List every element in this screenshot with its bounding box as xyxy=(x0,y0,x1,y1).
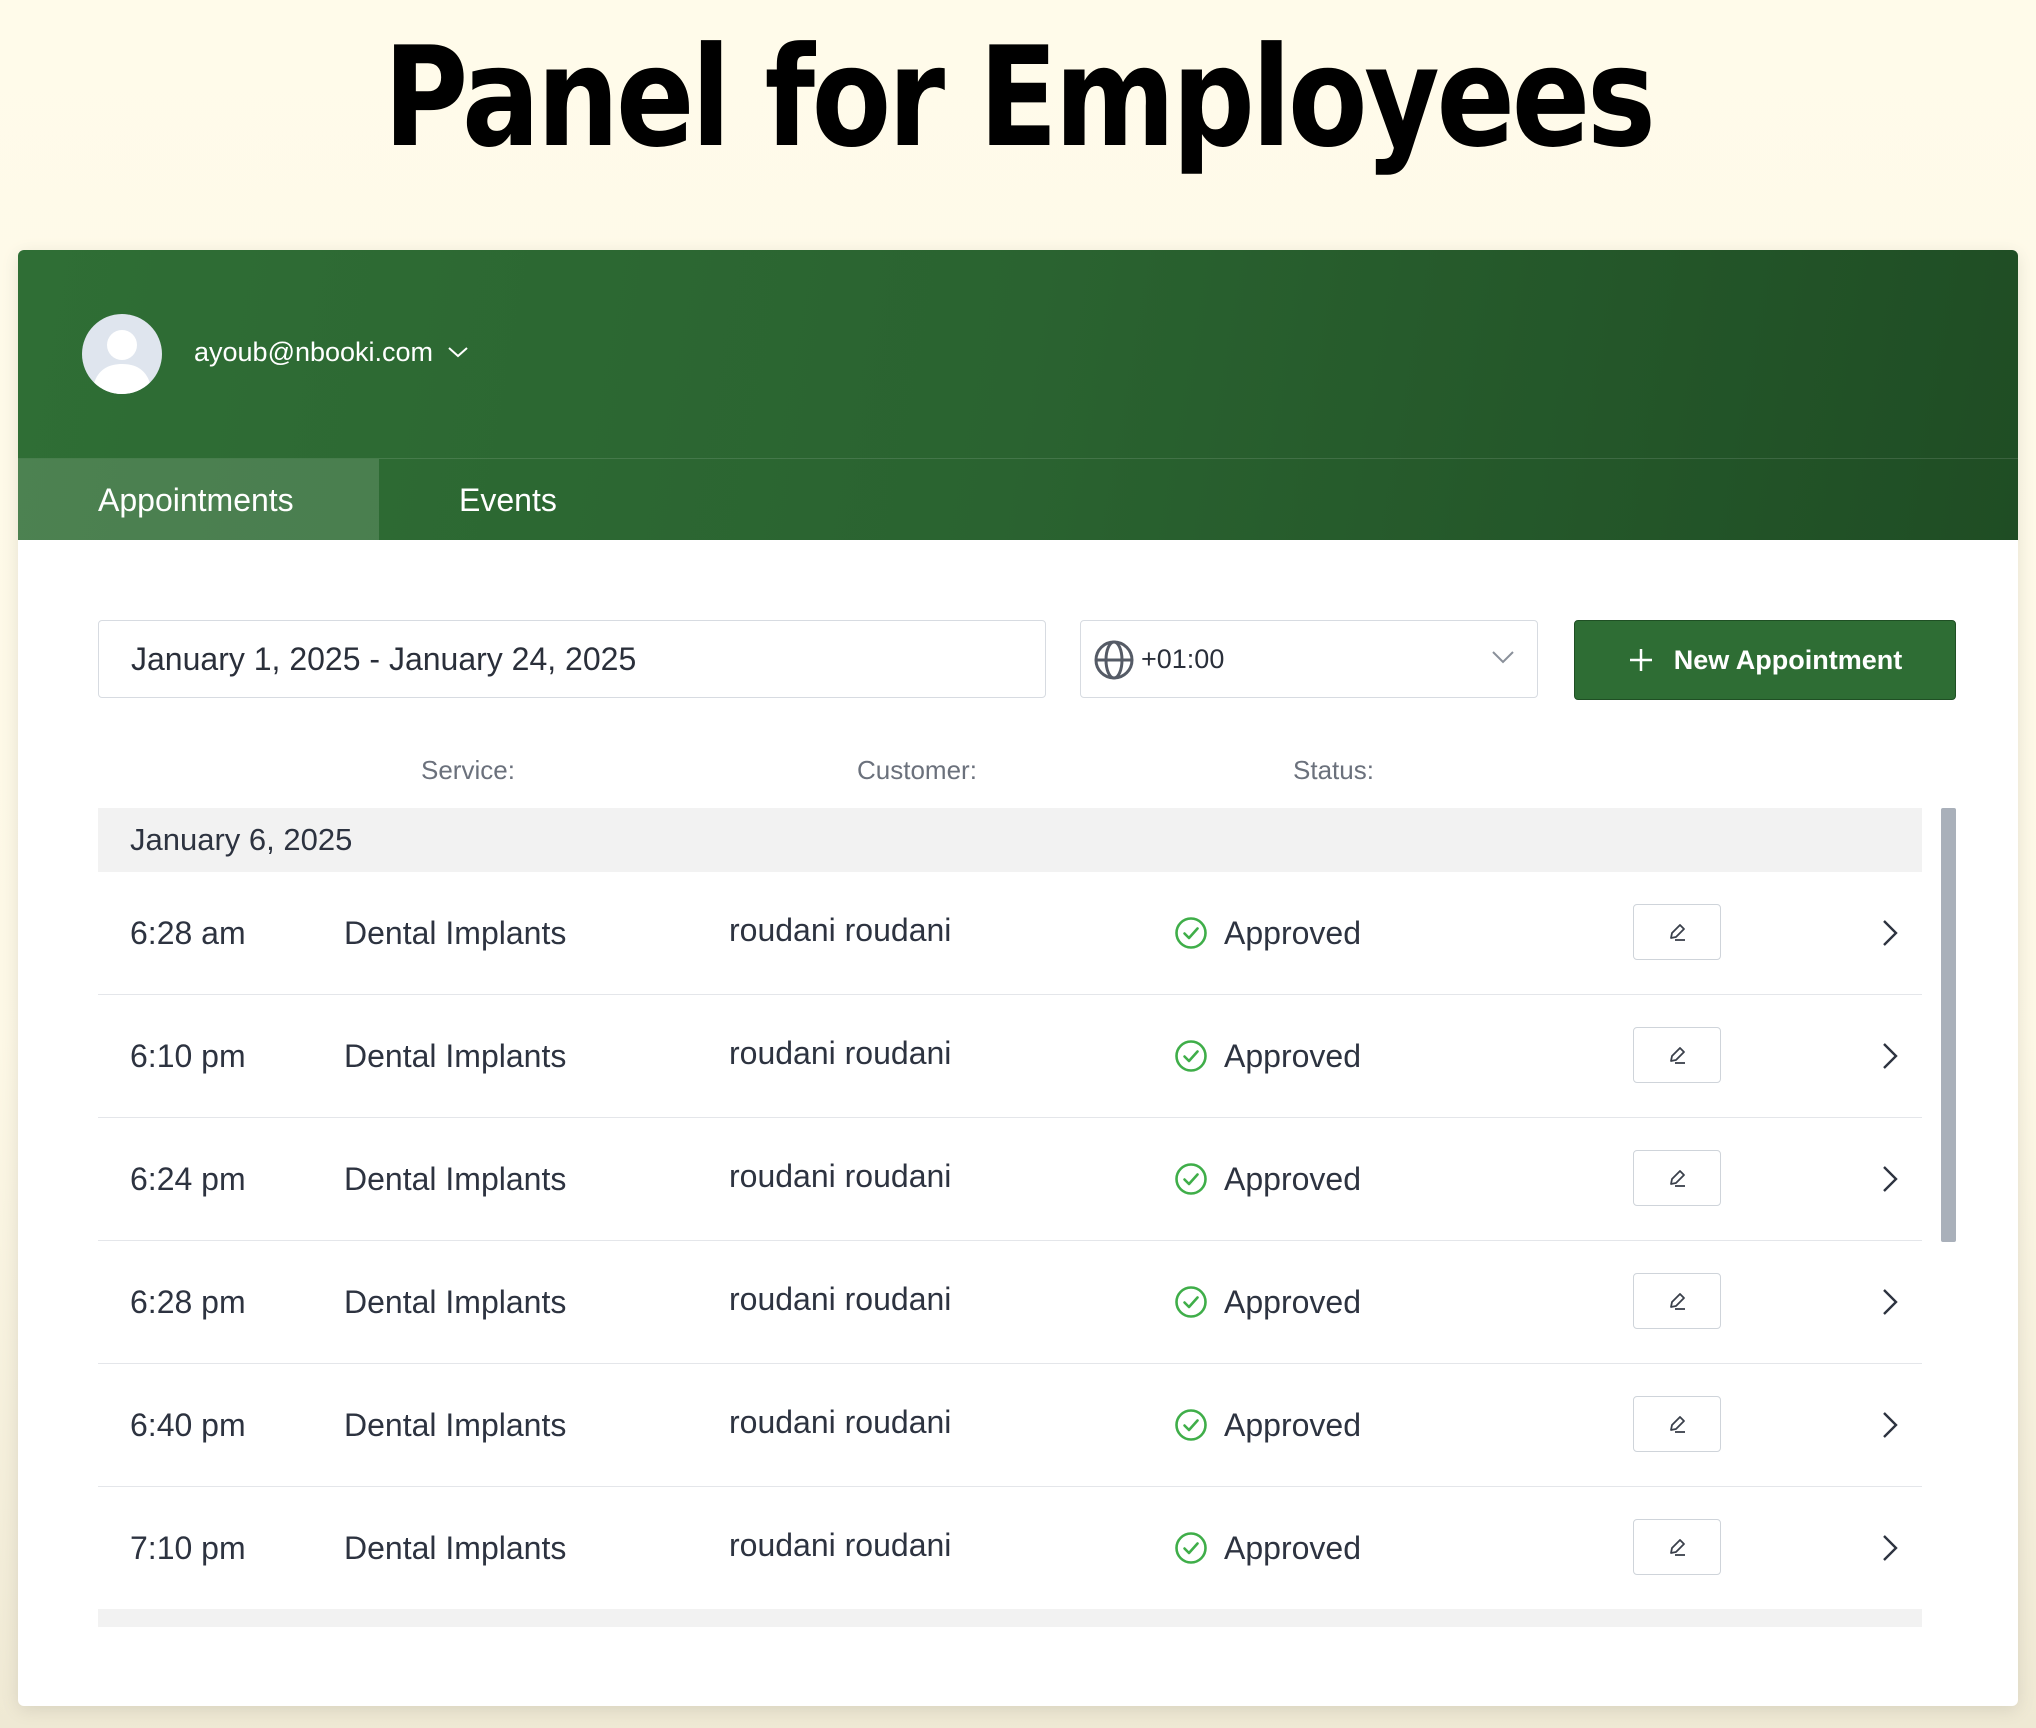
table-row[interactable]: 6:40 pm Dental Implants roudani roudani App… xyxy=(98,1364,1922,1487)
appointment-customer: roudani roudani xyxy=(729,1281,952,1317)
appointment-customer: roudani roudani xyxy=(729,1158,952,1194)
table-row[interactable]: 6:28 am Dental Implants roudani roudani App… xyxy=(98,872,1922,995)
pencil-icon xyxy=(1670,1170,1685,1187)
status-badge: Approved xyxy=(1174,1487,1361,1609)
status-badge: Approved xyxy=(1174,872,1361,994)
employee-panel: ayoub@nbooki.com Appointments Events Jan… xyxy=(18,250,2018,1706)
chevron-down-icon xyxy=(1492,651,1514,664)
pencil-icon xyxy=(1670,1416,1685,1433)
globe-icon xyxy=(1094,640,1134,680)
table-row[interactable]: 6:28 pm Dental Implants roudani roudani App… xyxy=(98,1241,1922,1364)
status-badge: Approved xyxy=(1174,1118,1361,1240)
table-row[interactable]: 6:10 pm Dental Implants roudani roudani App… xyxy=(98,995,1922,1118)
scrollbar[interactable] xyxy=(1941,808,1956,1242)
table-row[interactable]: 7:10 pm Dental Implants roudani roudani App… xyxy=(98,1487,1922,1610)
status-label: Approved xyxy=(1224,1407,1361,1443)
chevron-right-icon xyxy=(1883,1289,1898,1315)
appointment-customer: roudani roudani xyxy=(729,1035,952,1071)
edit-appointment-button[interactable] xyxy=(1633,1396,1721,1452)
edit-appointment-button[interactable] xyxy=(1633,1150,1721,1206)
chevron-right-icon xyxy=(1883,1412,1898,1438)
timezone-select[interactable]: +01:00 xyxy=(1080,620,1538,698)
page-title: Panel for Employees xyxy=(383,17,1656,178)
pencil-icon xyxy=(1670,924,1685,941)
column-header-status: Status: xyxy=(1293,755,1374,785)
appointment-service: Dental Implants xyxy=(344,1284,567,1320)
check-circle-icon xyxy=(1175,1409,1207,1441)
edit-appointment-button[interactable] xyxy=(1633,1273,1721,1329)
tab-events[interactable]: Events xyxy=(379,459,637,541)
date-range-picker[interactable]: January 1, 2025 - January 24, 2025 xyxy=(98,620,1046,698)
pencil-icon xyxy=(1670,1539,1685,1556)
pencil-icon xyxy=(1670,1293,1685,1310)
edit-appointment-button[interactable] xyxy=(1633,1519,1721,1575)
check-circle-icon xyxy=(1175,1163,1207,1195)
edit-appointment-button[interactable] xyxy=(1633,1027,1721,1083)
avatar[interactable] xyxy=(82,314,162,394)
status-badge: Approved xyxy=(1174,1364,1361,1486)
appointment-time: 6:10 pm xyxy=(130,1038,246,1074)
status-label: Approved xyxy=(1224,915,1361,951)
check-circle-icon xyxy=(1175,1286,1207,1318)
status-badge: Approved xyxy=(1174,1241,1361,1363)
new-appointment-button[interactable]: New Appointment xyxy=(1574,620,1956,700)
appointment-time: 6:28 am xyxy=(130,915,246,951)
open-appointment-arrow[interactable] xyxy=(1880,1287,1900,1322)
table-footer xyxy=(98,1609,1922,1627)
column-header-customer: Customer: xyxy=(857,755,977,785)
user-email: ayoub@nbooki.com xyxy=(194,337,434,367)
open-appointment-arrow[interactable] xyxy=(1880,1533,1900,1568)
open-appointment-arrow[interactable] xyxy=(1880,1164,1900,1199)
check-circle-icon xyxy=(1175,917,1207,949)
status-label: Approved xyxy=(1224,1284,1361,1320)
chevron-right-icon xyxy=(1883,1535,1898,1561)
appointment-time: 6:28 pm xyxy=(130,1284,246,1320)
chevron-right-icon xyxy=(1883,920,1898,946)
status-label: Approved xyxy=(1224,1161,1361,1197)
check-circle-icon xyxy=(1175,1532,1207,1564)
edit-appointment-button[interactable] xyxy=(1633,904,1721,960)
appointment-service: Dental Implants xyxy=(344,1161,567,1197)
status-label: Approved xyxy=(1224,1530,1361,1566)
chevron-down-icon xyxy=(448,347,468,358)
open-appointment-arrow[interactable] xyxy=(1880,918,1900,953)
check-circle-icon xyxy=(1175,1040,1207,1072)
pencil-icon xyxy=(1670,1047,1685,1064)
date-group-header: January 6, 2025 xyxy=(98,808,1922,872)
status-badge: Approved xyxy=(1174,995,1361,1117)
appointment-service: Dental Implants xyxy=(344,1407,567,1443)
tab-appointments[interactable]: Appointments xyxy=(18,459,379,541)
open-appointment-arrow[interactable] xyxy=(1880,1410,1900,1445)
appointments-table: January 6, 2025 6:28 am Dental Implants ro… xyxy=(98,808,1956,1628)
plus-icon xyxy=(1629,649,1652,671)
appointment-customer: roudani roudani xyxy=(729,912,952,948)
table-row[interactable]: 6:24 pm Dental Implants roudani roudani App… xyxy=(98,1118,1922,1241)
chevron-right-icon xyxy=(1883,1043,1898,1069)
user-menu[interactable]: ayoub@nbooki.com xyxy=(194,334,469,370)
appointment-time: 6:40 pm xyxy=(130,1407,246,1443)
timezone-value: +01:00 xyxy=(1141,644,1225,674)
open-appointment-arrow[interactable] xyxy=(1880,1041,1900,1076)
tabs-bar: Appointments Events xyxy=(18,458,2018,541)
appointment-service: Dental Implants xyxy=(344,1530,567,1566)
appointment-service: Dental Implants xyxy=(344,915,567,951)
panel-header: ayoub@nbooki.com Appointments Events xyxy=(18,250,2018,541)
appointment-customer: roudani roudani xyxy=(729,1527,952,1563)
appointment-service: Dental Implants xyxy=(344,1038,567,1074)
user-silhouette-icon xyxy=(92,330,152,394)
appointment-customer: roudani roudani xyxy=(729,1404,952,1440)
status-label: Approved xyxy=(1224,1038,1361,1074)
chevron-right-icon xyxy=(1883,1166,1898,1192)
new-appointment-label: New Appointment xyxy=(1673,644,1903,675)
appointment-time: 7:10 pm xyxy=(130,1530,246,1566)
column-header-service: Service: xyxy=(421,755,515,785)
appointment-time: 6:24 pm xyxy=(130,1161,246,1197)
